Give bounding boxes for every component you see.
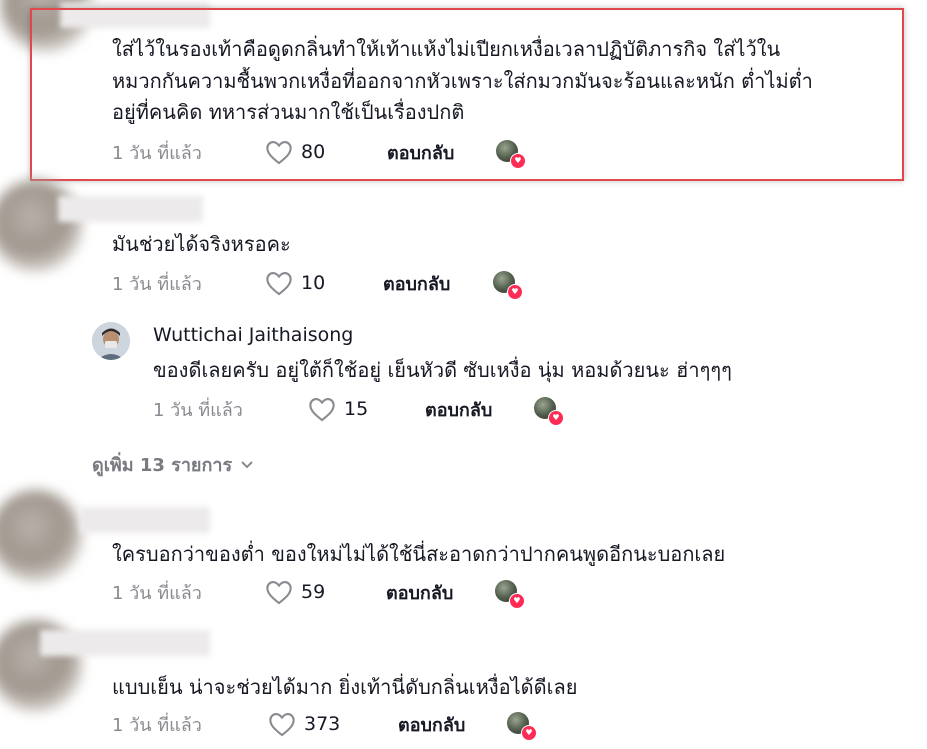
like-button[interactable]: 373 xyxy=(268,711,340,737)
comment-meta: 1 วัน ที่แล้ว 59 ตอบกลับ ♥ xyxy=(0,577,927,609)
blurred-username xyxy=(58,196,203,222)
like-count: 59 xyxy=(301,581,326,603)
avatar[interactable] xyxy=(0,490,82,582)
comment-time: 1 วัน ที่แล้ว xyxy=(112,582,202,604)
chevron-down-icon xyxy=(241,460,253,468)
comment-time: 1 วัน ที่แล้ว xyxy=(112,714,202,736)
comment-text: มันช่วยได้จริงหรอคะ xyxy=(112,232,291,256)
heart-outline-icon xyxy=(309,398,335,422)
view-more-replies-button[interactable]: ดูเพิ่ม 13 รายการ xyxy=(92,450,254,479)
like-button[interactable]: 15 xyxy=(308,396,368,422)
comment-text: แบบเย็น น่าจะช่วยได้มาก ยิ่งเท้านี่ดับกล… xyxy=(112,675,578,699)
creator-liked-badge-icon: ♥ xyxy=(507,712,537,741)
reply-button[interactable]: ตอบกลับ xyxy=(383,269,450,298)
creator-liked-badge-icon: ♥ xyxy=(534,397,564,426)
comment-meta: 1 วัน ที่แล้ว 373 ตอบกลับ ♥ xyxy=(0,709,927,741)
like-count: 10 xyxy=(301,272,326,294)
heart-outline-icon xyxy=(269,713,295,737)
comment-text: ใครบอกว่าของต่ำ ของใหม่ไม่ได้ใช้นี่สะอาด… xyxy=(112,542,726,566)
reply-meta: 1 วัน ที่แล้ว 15 ตอบกลับ ♥ xyxy=(0,394,927,426)
reply-text: ของดีเลยครับ อยู่ใต้ก็ใช้อยู่ เย็นหัวดี … xyxy=(153,358,732,382)
like-button[interactable]: 59 xyxy=(265,579,325,605)
avatar[interactable] xyxy=(92,322,130,360)
reply-button[interactable]: ตอบกลับ xyxy=(386,578,453,607)
comment-meta: 1 วัน ที่แล้ว 10 ตอบกลับ ♥ xyxy=(0,268,927,300)
like-count: 373 xyxy=(304,713,341,735)
reply-author[interactable]: Wuttichai Jaithaisong xyxy=(153,324,353,346)
heart-outline-icon xyxy=(266,581,292,605)
heart-outline-icon xyxy=(266,272,292,296)
user-photo-icon xyxy=(92,322,130,360)
like-button[interactable]: 10 xyxy=(265,270,325,296)
highlight-box xyxy=(30,8,904,181)
creator-liked-badge-icon: ♥ xyxy=(493,271,523,300)
avatar[interactable] xyxy=(0,180,82,272)
reply-button[interactable]: ตอบกลับ xyxy=(425,395,492,424)
blurred-username xyxy=(80,507,210,533)
view-more-label: ดูเพิ่ม 13 รายการ xyxy=(92,455,233,476)
reply-button[interactable]: ตอบกลับ xyxy=(398,710,465,739)
like-count: 15 xyxy=(344,398,369,420)
creator-liked-badge-icon: ♥ xyxy=(495,580,525,609)
reply-time: 1 วัน ที่แล้ว xyxy=(153,399,243,421)
blurred-username xyxy=(40,630,210,656)
comment-time: 1 วัน ที่แล้ว xyxy=(112,273,202,295)
